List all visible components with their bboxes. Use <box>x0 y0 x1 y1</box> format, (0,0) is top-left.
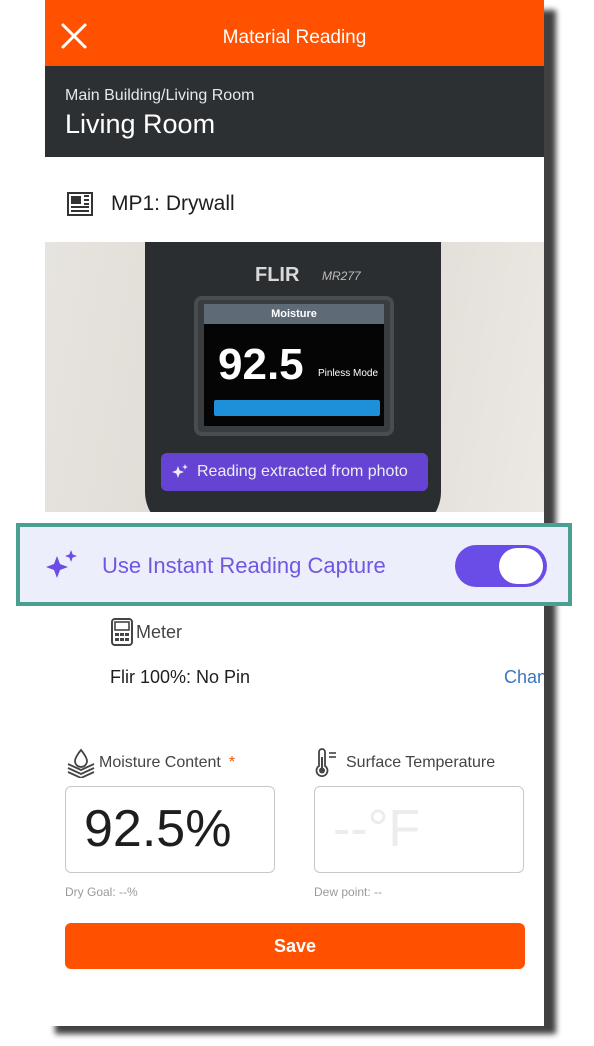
material-point-row: MP1: Drywall <box>65 188 235 220</box>
breadcrumb: Main Building/Living Room <box>65 87 255 104</box>
dry-goal-hint: Dry Goal: --% <box>65 885 138 899</box>
reading-photo[interactable]: FLIR MR277 Moisture 92.5 Pinless Mode Re… <box>45 242 544 512</box>
moisture-content-input[interactable]: 92.5% <box>65 786 275 873</box>
change-meter-link[interactable]: Change <box>504 667 544 688</box>
device-screen-header: Moisture <box>204 304 384 324</box>
moisture-content-label: Moisture Content * <box>65 748 235 778</box>
sparkle-icon <box>46 550 77 578</box>
meter-device-icon <box>111 618 133 646</box>
ai-extracted-badge: Reading extracted from photo <box>161 453 428 491</box>
sparkle-icon <box>172 464 188 478</box>
device-brand: FLIR <box>255 264 300 286</box>
instant-capture-toggle[interactable] <box>455 545 547 587</box>
temperature-label-text: Surface Temperature <box>346 754 496 771</box>
page-title: Material Reading <box>222 27 367 48</box>
thermometer-icon <box>315 748 336 777</box>
device-screen-display: Moisture 92.5 Pinless Mode <box>204 304 384 426</box>
material-point-label: MP1: Drywall <box>111 192 235 215</box>
device-screen: Moisture 92.5 Pinless Mode <box>194 296 394 436</box>
location-header: Main Building/Living Room Living Room <box>45 66 544 157</box>
ai-badge-text: Reading extracted from photo <box>197 463 408 480</box>
room-title: Living Room <box>65 109 216 139</box>
instant-capture-row: Use Instant Reading Capture <box>16 523 572 606</box>
meter-label: Meter <box>136 621 183 642</box>
material-reading-screen: Material Reading Main Building/Living Ro… <box>45 0 544 1026</box>
instant-capture-label: Use Instant Reading Capture <box>102 553 386 578</box>
toggle-knob <box>499 548 543 584</box>
moisture-label-text: Moisture Content <box>99 754 221 771</box>
required-indicator: * <box>228 754 236 771</box>
meter-name: Flir 100%: No Pin <box>110 667 251 687</box>
drywall-icon <box>67 192 93 216</box>
top-bar: Material Reading <box>45 0 544 66</box>
device-screen-mode: Pinless Mode <box>318 368 379 379</box>
save-button[interactable]: Save <box>65 923 525 969</box>
device-model: MR277 <box>322 269 361 283</box>
surface-temperature-label: Surface Temperature <box>314 748 495 778</box>
meter-section-label: Meter <box>110 618 182 646</box>
dew-point-hint: Dew point: -- <box>314 885 383 899</box>
moisture-icon <box>67 748 95 778</box>
device-screen-value: 92.5 <box>218 340 304 389</box>
surface-temperature-input[interactable]: --°F <box>314 786 524 873</box>
device-screen-bar <box>214 400 380 416</box>
